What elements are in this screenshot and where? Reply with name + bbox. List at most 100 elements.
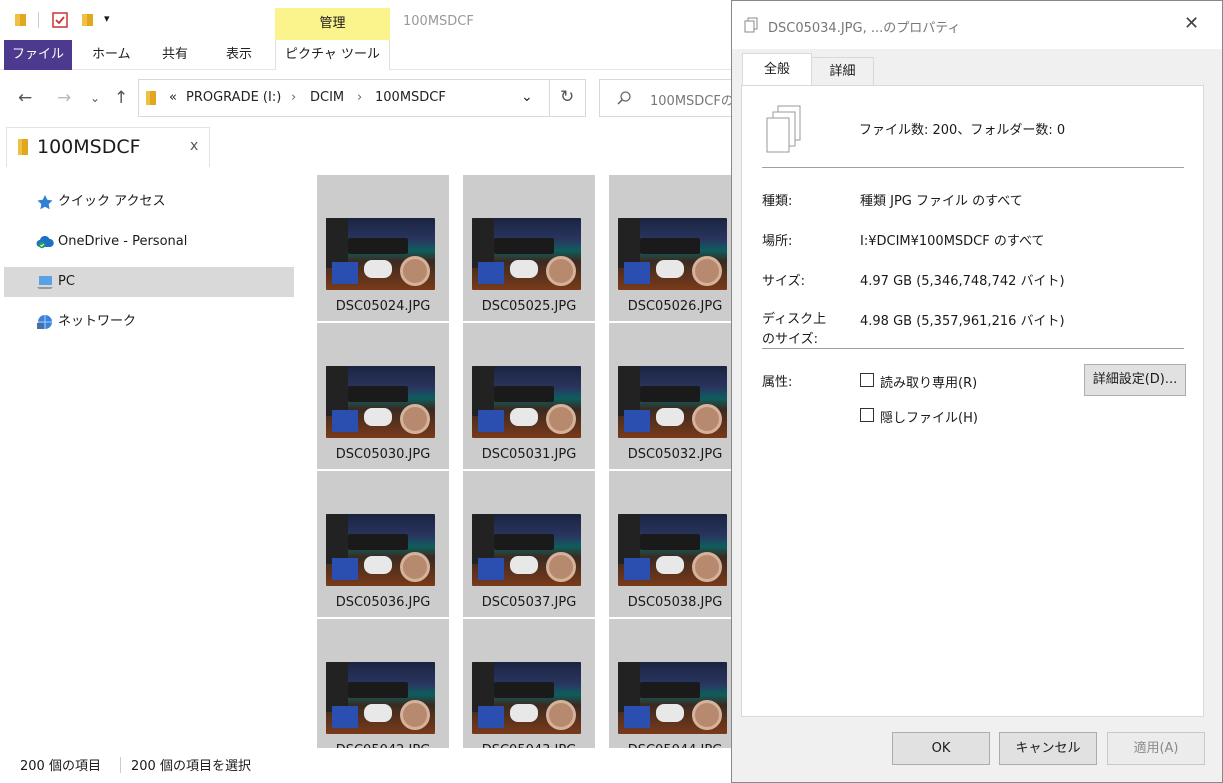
file-tile[interactable]: DSC05030.JPG	[317, 323, 449, 469]
new-folder-icon[interactable]	[80, 12, 96, 28]
image-thumbnail	[326, 366, 435, 438]
star-icon	[37, 195, 53, 210]
breadcrumb-folder[interactable]: 100MSDCF	[375, 90, 446, 105]
sidebar-item-network[interactable]: ネットワーク	[4, 307, 294, 337]
folder-icon	[18, 139, 28, 155]
files-icon	[744, 17, 758, 33]
dialog-title-bar: DSC05034.JPG, ...のプロパティ ✕	[732, 1, 1222, 49]
file-name: DSC05032.JPG	[627, 447, 723, 462]
file-tile[interactable]: DSC05025.JPG	[463, 175, 595, 321]
file-name: DSC05030.JPG	[335, 447, 431, 462]
file-name: DSC05037.JPG	[481, 595, 577, 610]
file-explorer-window: ▾ 管理 100MSDCF ファイル ホーム 共有 表示 ピクチャ ツール ← …	[0, 0, 735, 783]
close-icon[interactable]: x	[190, 138, 198, 154]
tab-view[interactable]: 表示	[214, 40, 264, 70]
location-value: I:¥DCIM¥100MSDCF のすべて	[860, 234, 1045, 249]
tab-home[interactable]: ホーム	[80, 40, 143, 70]
folder-tab[interactable]: 100MSDCF x	[6, 127, 210, 167]
disk-size-label-1: ディスク上	[762, 312, 827, 327]
close-icon[interactable]: ✕	[1184, 13, 1199, 34]
address-bar[interactable]: « PROGRADE (I:) › DCIM › 100MSDCF ⌄ ↻	[138, 79, 586, 117]
forward-arrow-icon[interactable]: →	[57, 88, 71, 108]
sidebar-item-label: PC	[58, 274, 75, 289]
hidden-checkbox[interactable]	[860, 408, 874, 422]
chevron-down-icon[interactable]: ⌄	[521, 89, 533, 105]
sidebar-item-pc[interactable]: PC	[4, 267, 294, 297]
type-label: 種類:	[762, 194, 793, 209]
tab-share[interactable]: 共有	[150, 40, 200, 70]
back-arrow-icon[interactable]: ←	[18, 88, 32, 108]
sidebar-item-quick-access[interactable]: クイック アクセス	[4, 187, 294, 217]
file-tile[interactable]: DSC05031.JPG	[463, 323, 595, 469]
advanced-button[interactable]: 詳細設定(D)...	[1084, 364, 1186, 396]
file-tile[interactable]: DSC05026.JPG	[609, 175, 735, 321]
tab-file[interactable]: ファイル	[4, 40, 72, 70]
file-name: DSC05024.JPG	[335, 299, 431, 314]
file-tile[interactable]: DSC05036.JPG	[317, 471, 449, 617]
file-name: DSC05031.JPG	[481, 447, 577, 462]
search-box[interactable]: 100MSDCFの	[599, 79, 735, 117]
file-name: DSC05026.JPG	[627, 299, 723, 314]
image-thumbnail	[618, 366, 727, 438]
readonly-checkbox[interactable]	[860, 373, 874, 387]
folder-tab-label: 100MSDCF	[37, 136, 141, 158]
properties-check-icon[interactable]	[52, 12, 68, 28]
breadcrumb-drive[interactable]: PROGRADE (I:)	[186, 90, 281, 105]
image-thumbnail	[472, 662, 581, 734]
manage-tab[interactable]: 管理	[275, 8, 390, 40]
disk-size-value: 4.98 GB (5,357,961,216 バイト)	[860, 314, 1065, 329]
readonly-label[interactable]: 読み取り専用(R)	[880, 372, 977, 391]
sidebar-item-onedrive[interactable]: OneDrive - Personal	[4, 227, 294, 257]
divider	[762, 167, 1184, 168]
window-title: 100MSDCF	[403, 14, 474, 29]
image-thumbnail	[326, 514, 435, 586]
type-value: 種類 JPG ファイル のすべて	[860, 194, 1023, 209]
breadcrumb-dcim[interactable]: DCIM	[310, 90, 344, 105]
customize-dropdown-icon[interactable]: ▾	[104, 12, 110, 25]
ok-button[interactable]: OK	[892, 732, 990, 765]
file-tile[interactable]: DSC05043.JPG	[463, 619, 595, 748]
chevron-right-icon[interactable]: ›	[357, 90, 362, 105]
apply-button[interactable]: 適用(A)	[1107, 732, 1205, 765]
image-thumbnail	[618, 514, 727, 586]
cloud-icon	[36, 235, 54, 249]
attributes-label: 属性:	[762, 375, 793, 390]
image-thumbnail	[326, 662, 435, 734]
image-thumbnail	[618, 662, 727, 734]
image-thumbnail	[472, 366, 581, 438]
dialog-title: DSC05034.JPG, ...のプロパティ	[768, 21, 961, 36]
location-label: 場所:	[762, 234, 793, 249]
hidden-label[interactable]: 隠しファイル(H)	[880, 407, 978, 426]
file-tile[interactable]: DSC05044.JPG	[609, 619, 735, 748]
breadcrumb-overflow[interactable]: «	[169, 90, 177, 105]
recent-dropdown-icon[interactable]: ⌄	[90, 88, 100, 108]
image-thumbnail	[472, 514, 581, 586]
sidebar-item-label: OneDrive - Personal	[58, 234, 188, 249]
file-tile[interactable]: DSC05042.JPG	[317, 619, 449, 748]
image-thumbnail	[472, 218, 581, 290]
pc-icon	[37, 276, 53, 289]
search-placeholder: 100MSDCFの	[650, 94, 734, 109]
cancel-button[interactable]: キャンセル	[999, 732, 1097, 765]
network-icon	[37, 315, 52, 329]
status-divider	[120, 757, 121, 773]
refresh-icon[interactable]: ↻	[560, 87, 574, 107]
tab-general[interactable]: 全般	[742, 53, 812, 87]
search-icon	[617, 91, 631, 105]
file-count-summary: ファイル数: 200、フォルダー数: 0	[859, 123, 1066, 138]
file-tile[interactable]: DSC05037.JPG	[463, 471, 595, 617]
multiple-files-icon	[766, 105, 801, 153]
properties-dialog: DSC05034.JPG, ...のプロパティ ✕ 全般 詳細 ファイル数: 2…	[731, 0, 1223, 783]
selected-count: 200 個の項目を選択	[131, 759, 251, 774]
general-panel: ファイル数: 200、フォルダー数: 0 種類: 種類 JPG ファイル のすべ…	[741, 85, 1204, 717]
tab-details[interactable]: 詳細	[811, 57, 874, 85]
chevron-right-icon[interactable]: ›	[291, 90, 296, 105]
file-tile[interactable]: DSC05032.JPG	[609, 323, 735, 469]
tab-picture-tools[interactable]: ピクチャ ツール	[275, 40, 390, 70]
file-name: DSC05036.JPG	[335, 595, 431, 610]
folder-icon[interactable]	[14, 12, 30, 28]
folder-icon	[146, 91, 156, 105]
up-arrow-icon[interactable]: ↑	[114, 88, 128, 108]
file-tile[interactable]: DSC05038.JPG	[609, 471, 735, 617]
file-tile[interactable]: DSC05024.JPG	[317, 175, 449, 321]
